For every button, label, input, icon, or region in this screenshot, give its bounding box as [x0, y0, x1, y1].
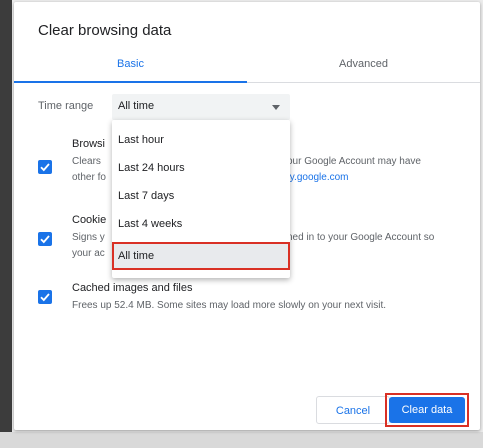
- cookies-checkbox[interactable]: [38, 232, 52, 246]
- cancel-button[interactable]: Cancel: [316, 396, 390, 424]
- background-window-edge: [0, 0, 12, 448]
- checkmark-icon: [40, 163, 50, 172]
- browsing-history-checkbox[interactable]: [38, 160, 52, 174]
- option-last-4-weeks[interactable]: Last 4 weeks: [112, 210, 290, 238]
- cookies-desc-left-2: your ac: [72, 248, 105, 259]
- tab-basic[interactable]: Basic: [14, 48, 247, 82]
- browsing-history-title: Browsi: [72, 138, 106, 150]
- cookies-desc-right: ned in to your Google Account so: [287, 232, 435, 243]
- dialog-title: Clear browsing data: [38, 22, 172, 39]
- tab-advanced[interactable]: Advanced: [247, 48, 480, 82]
- cached-images-option: Cached images and files Frees up 52.4 MB…: [38, 282, 468, 322]
- browsing-history-desc-right: our Google Account may have: [287, 156, 421, 167]
- time-range-label: Time range: [38, 100, 94, 112]
- option-last-7-days[interactable]: Last 7 days: [112, 182, 290, 210]
- cookies-desc-left: Signs y: [72, 232, 105, 243]
- clear-data-button[interactable]: Clear data: [389, 397, 465, 423]
- cookies-title: Cookie: [72, 214, 107, 226]
- time-range-select[interactable]: All time: [112, 94, 290, 120]
- time-range-dropdown: Last hour Last 24 hours Last 7 days Last…: [112, 120, 290, 278]
- clear-data-highlight: Clear data: [385, 393, 469, 427]
- option-last-hour[interactable]: Last hour: [112, 126, 290, 154]
- option-last-24-hours[interactable]: Last 24 hours: [112, 154, 290, 182]
- chevron-down-icon: [272, 105, 280, 110]
- cached-images-checkbox[interactable]: [38, 290, 52, 304]
- tab-bar: Basic Advanced: [14, 48, 480, 83]
- background-page: [0, 432, 483, 448]
- active-tab-indicator: [14, 81, 247, 83]
- option-all-time[interactable]: All time: [112, 242, 290, 270]
- myactivity-link[interactable]: fy.google.com: [287, 170, 349, 186]
- cached-images-title: Cached images and files: [72, 282, 193, 294]
- checkmark-icon: [40, 293, 50, 302]
- browsing-history-desc-left: Clears: [72, 156, 101, 167]
- time-range-selected-value: All time: [118, 100, 155, 112]
- clear-browsing-data-dialog: Clear browsing data Basic Advanced Time …: [14, 2, 480, 430]
- browsing-history-desc-left-2: other fo: [72, 172, 106, 183]
- cached-images-desc: Frees up 52.4 MB. Some sites may load mo…: [72, 300, 387, 311]
- checkmark-icon: [40, 235, 50, 244]
